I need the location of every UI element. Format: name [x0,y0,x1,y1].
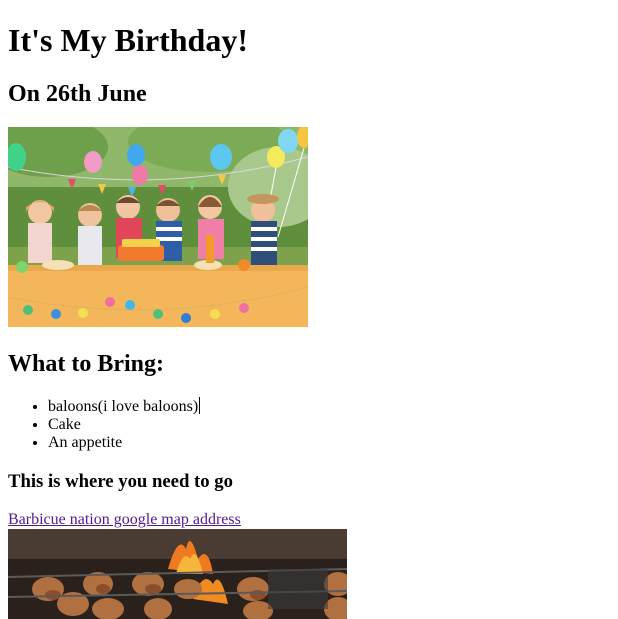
list-item-text: An appetite [48,434,123,451]
page: It's My Birthday! On 26th June What to B… [0,0,618,619]
text-caret [199,397,201,414]
page-title: It's My Birthday! [8,22,248,58]
party-photo [8,127,308,327]
directions-heading: This is where you need to go [8,471,233,492]
bring-list: baloons(i love baloons) Cake An appetite [8,397,201,452]
list-item-text: Cake [48,416,81,433]
map-address-link[interactable]: Barbicue nation google map address [8,510,241,529]
date-heading: On 26th June [8,81,147,107]
list-item-text: baloons(i love baloons) [48,398,199,415]
list-item: Cake [48,416,200,434]
bbq-photo [8,529,347,619]
bring-heading: What to Bring: [8,351,164,377]
list-item: baloons(i love baloons) [48,397,201,416]
list-item: An appetite [48,434,200,452]
